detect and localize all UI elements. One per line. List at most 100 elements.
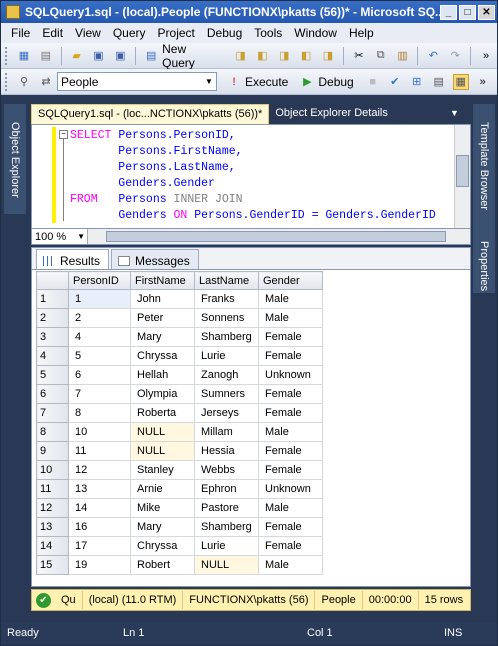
table-cell[interactable]: Female xyxy=(258,384,323,404)
table-cell[interactable]: Hessia xyxy=(194,441,259,461)
table-cell[interactable]: Male xyxy=(258,498,323,518)
table-cell[interactable]: Pastore xyxy=(194,498,259,518)
open-file-icon[interactable]: ▰ xyxy=(69,48,85,64)
undo-icon[interactable]: ↶ xyxy=(425,48,441,64)
table-row[interactable]: 3 4 Mary Shamberg Female xyxy=(36,327,323,347)
available-databases-select[interactable]: People ▼ xyxy=(57,72,217,91)
row-number-cell[interactable]: 13 xyxy=(36,517,69,537)
table-cell[interactable]: Mary xyxy=(130,517,195,537)
menu-help[interactable]: Help xyxy=(343,26,380,40)
redo-icon[interactable]: ↷ xyxy=(447,48,463,64)
table-cell[interactable]: Male xyxy=(258,308,323,328)
row-number-cell[interactable]: 14 xyxy=(36,536,69,556)
row-number-cell[interactable]: 4 xyxy=(36,346,69,366)
column-header[interactable]: PersonID xyxy=(68,271,131,290)
mdx-query-icon[interactable]: ◧ xyxy=(254,48,270,64)
menu-edit[interactable]: Edit xyxy=(36,26,69,40)
execute-icon[interactable]: ! xyxy=(226,74,242,90)
table-cell[interactable]: Female xyxy=(258,441,323,461)
horizontal-scroll-thumb[interactable] xyxy=(106,231,446,242)
table-cell[interactable]: 12 xyxy=(68,460,131,480)
menu-query[interactable]: Query xyxy=(107,26,152,40)
table-cell[interactable]: John xyxy=(130,289,195,309)
table-row[interactable]: 15 19 Robert NULL Male xyxy=(36,555,323,575)
save-all-icon[interactable]: ▣ xyxy=(112,48,128,64)
menu-view[interactable]: View xyxy=(69,26,107,40)
table-cell[interactable]: Shamberg xyxy=(194,327,259,347)
table-cell[interactable]: Female xyxy=(258,517,323,537)
table-cell[interactable]: 6 xyxy=(68,365,131,385)
results-grid[interactable]: PersonID FirstName LastName Gender 1 1 Joh… xyxy=(31,269,471,587)
table-row[interactable]: 4 5 Chryssa Lurie Female xyxy=(36,346,323,366)
row-number-cell[interactable]: 6 xyxy=(36,384,69,404)
table-cell[interactable]: Millam xyxy=(194,422,259,442)
row-number-cell[interactable]: 1 xyxy=(36,289,69,309)
table-cell[interactable]: 11 xyxy=(68,441,131,461)
maximize-button[interactable]: □ xyxy=(459,4,476,20)
column-header[interactable]: FirstName xyxy=(130,271,195,290)
debug-icon[interactable]: ▶ xyxy=(299,74,315,90)
table-cell[interactable]: Stanley xyxy=(130,460,195,480)
parse-icon[interactable]: ✔ xyxy=(387,74,403,90)
table-cell[interactable]: Chryssa xyxy=(130,346,195,366)
table-cell[interactable]: NULL xyxy=(130,441,195,461)
table-cell[interactable]: Shamberg xyxy=(194,517,259,537)
tab-results[interactable]: Results xyxy=(36,249,110,269)
table-cell[interactable]: Olympia xyxy=(130,384,195,404)
table-cell[interactable]: 17 xyxy=(68,536,131,556)
row-number-cell[interactable]: 9 xyxy=(36,441,69,461)
table-cell[interactable]: Female xyxy=(258,327,323,347)
row-number-cell[interactable]: 11 xyxy=(36,479,69,499)
xmla-query-icon[interactable]: ◧ xyxy=(298,48,314,64)
cancel-query-icon[interactable]: ■ xyxy=(365,74,381,90)
corner-cell[interactable] xyxy=(36,271,69,290)
sql-editor[interactable]: − SELECT Persons.PersonID, Persons.First… xyxy=(31,124,471,229)
table-cell[interactable]: 14 xyxy=(68,498,131,518)
table-cell[interactable]: Sonnens xyxy=(194,308,259,328)
table-cell[interactable]: 16 xyxy=(68,517,131,537)
new-query-icon[interactable]: ▤ xyxy=(143,48,159,64)
table-cell[interactable]: Female xyxy=(258,460,323,480)
table-cell[interactable]: Robert xyxy=(130,555,195,575)
table-cell[interactable]: Female xyxy=(258,403,323,423)
table-row[interactable]: 8 10 NULL Millam Male xyxy=(36,422,323,442)
row-number-cell[interactable]: 2 xyxy=(36,308,69,328)
results-to-grid-icon[interactable]: ▦ xyxy=(452,73,469,90)
table-cell[interactable]: Ephron xyxy=(194,479,259,499)
table-cell[interactable]: Male xyxy=(258,289,323,309)
table-cell[interactable]: Mike xyxy=(130,498,195,518)
table-cell[interactable]: Lurie xyxy=(194,536,259,556)
overflow-icon[interactable]: » xyxy=(475,74,491,90)
table-row[interactable]: 5 6 Hellah Zanogh Unknown xyxy=(36,365,323,385)
menu-window[interactable]: Window xyxy=(288,26,343,40)
table-row[interactable]: 9 11 NULL Hessia Female xyxy=(36,441,323,461)
close-button[interactable]: ✕ xyxy=(478,4,495,20)
table-row[interactable]: 12 14 Mike Pastore Male xyxy=(36,498,323,518)
add-item-icon[interactable]: ▤ xyxy=(38,48,54,64)
tab-object-explorer-details[interactable]: Object Explorer Details xyxy=(269,104,394,124)
column-header[interactable]: Gender xyxy=(258,271,323,290)
save-icon[interactable]: ▣ xyxy=(91,48,107,64)
dmx-query-icon[interactable]: ◨ xyxy=(276,48,292,64)
table-cell[interactable]: Male xyxy=(258,422,323,442)
table-cell[interactable]: Sumners xyxy=(194,384,259,404)
toolbar-grip[interactable] xyxy=(5,72,8,91)
tab-messages[interactable]: Messages xyxy=(111,249,199,269)
table-cell[interactable]: Hellah xyxy=(130,365,195,385)
table-cell[interactable]: 19 xyxy=(68,555,131,575)
table-cell[interactable]: Franks xyxy=(194,289,259,309)
change-connection-icon[interactable]: ⇄ xyxy=(38,74,54,90)
table-cell[interactable]: 1 xyxy=(68,289,131,309)
row-number-cell[interactable]: 12 xyxy=(36,498,69,518)
results-to-text-icon[interactable]: ▤ xyxy=(431,74,447,90)
table-cell[interactable]: Webbs xyxy=(194,460,259,480)
table-row[interactable]: 11 13 Arnie Ephron Unknown xyxy=(36,479,323,499)
table-cell[interactable]: Unknown xyxy=(258,479,323,499)
table-cell[interactable]: Female xyxy=(258,346,323,366)
menu-file[interactable]: File xyxy=(5,26,36,40)
toolbar-grip[interactable] xyxy=(5,46,8,65)
table-cell[interactable]: Chryssa xyxy=(130,536,195,556)
table-cell[interactable]: 5 xyxy=(68,346,131,366)
menu-debug[interactable]: Debug xyxy=(201,26,248,40)
paste-icon[interactable]: ▥ xyxy=(395,48,411,64)
